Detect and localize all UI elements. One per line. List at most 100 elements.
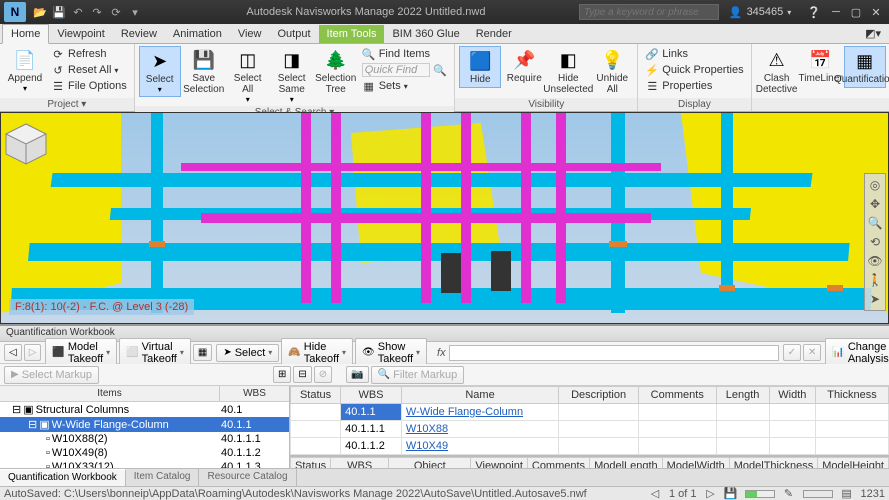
qat-undo-icon[interactable]: ↶ [70,4,86,20]
clash-detective-button[interactable]: ⚠Clash Detective [756,46,798,97]
select-button[interactable]: ➤Select▾ [139,46,181,97]
quantification-button[interactable]: ▦Quantification [844,46,886,88]
tab-resource-catalog[interactable]: Resource Catalog [199,469,296,486]
app-logo[interactable]: N [4,2,26,22]
viewpoint-button[interactable]: 📷 [346,366,368,383]
selection-overlay-label: F:8(1): 10(-2) - F.C. @ Level 3 (-28) [9,299,194,315]
append-button[interactable]: 📄Append▾ [4,46,46,95]
links-button[interactable]: 🔗Links [642,46,746,62]
clash-icon: ⚠ [765,48,789,72]
filter-markup-button[interactable]: 🔍 Filter Markup [371,366,465,384]
qat-refresh-icon[interactable]: ⟳ [108,4,124,20]
nav-pan-icon[interactable]: ✥ [867,195,883,213]
tab-item-catalog[interactable]: Item Catalog [126,469,200,486]
selection-tree-button[interactable]: 🌲Selection Tree [315,46,357,97]
nav-walk-icon[interactable]: 🚶 [867,271,883,289]
help-icon[interactable]: ❔ [807,6,821,19]
qat-save-icon[interactable]: 💾 [51,4,67,20]
tree-row[interactable]: ▫ W10X33(12)40.1.1.3 [0,460,289,468]
reset-all-button[interactable]: ↺Reset All▾ [48,62,130,78]
tab-view[interactable]: View [230,25,270,43]
qat-open-icon[interactable]: 📂 [32,4,48,20]
select-dropdown[interactable]: ➤ Select [216,344,279,362]
quick-access-toolbar: 📂 💾 ↶ ↷ ⟳ ▾ [32,4,143,20]
qat-redo-icon[interactable]: ↷ [89,4,105,20]
minimize-button[interactable]: ─ [827,4,845,20]
tab-item-tools[interactable]: Item Tools [319,25,385,43]
refresh-button[interactable]: ⟳Refresh [48,46,130,62]
save-selection-button[interactable]: 💾Save Selection [183,46,225,97]
user-account[interactable]: 👤345465▾ [729,6,791,19]
refresh-icon: ⟳ [51,47,65,61]
close-button[interactable]: ✕ [867,4,885,20]
sheet-prev-icon[interactable]: ◁ [649,489,661,499]
require-button[interactable]: 📌Require [503,46,545,86]
show-takeoff-button[interactable]: 👁 Show Takeoff [355,338,427,368]
tab-animation[interactable]: Animation [165,25,230,43]
fx-label: fx [437,347,446,359]
summary-grid[interactable]: StatusWBSNameDescriptionCommentsLengthWi… [290,386,889,455]
nav-fwd-button[interactable]: ▷ [24,344,42,361]
nav-zoom-icon[interactable]: 🔍 [867,214,883,232]
reject-button[interactable]: ✕ [803,344,821,361]
find-items-button[interactable]: 🔍Find Items [359,46,451,62]
unhide-all-button[interactable]: 💡Unhide All [591,46,633,97]
nav-wheel-icon[interactable]: ◎ [867,176,883,194]
file-options-button[interactable]: ☰File Options [48,78,130,94]
select-same-button[interactable]: ◨Select Same▾ [271,46,313,106]
grid-view-button[interactable]: ▦ [193,344,212,361]
tree-row[interactable]: ▫ W10X88(2)40.1.1.1 [0,432,289,446]
select-all-button[interactable]: ◫Select All▾ [227,46,269,106]
hide-unselected-button[interactable]: ◧Hide Unselected [547,46,589,97]
timeliner-icon: 📅 [809,48,833,72]
nav-select-icon[interactable]: ➤ [867,290,883,308]
sets-icon: ▦ [362,79,376,93]
tab-render[interactable]: Render [468,25,520,43]
formula-input[interactable] [449,345,779,361]
collapse-button[interactable]: ⊟ [293,366,311,383]
view-cube[interactable] [1,119,51,169]
tree-body: ⊟▣ Structural Columns40.1⊟▣ W-Wide Flang… [0,402,289,468]
qat-more-icon[interactable]: ▾ [127,4,143,20]
tab-bim360[interactable]: BIM 360 Glue [384,25,467,43]
sheet-next-icon[interactable]: ▷ [705,489,717,499]
user-icon: 👤 [729,6,743,19]
hide-icon: 🟦 [468,49,492,73]
tab-quant-workbook[interactable]: Quantification Workbook [0,469,126,486]
maximize-button[interactable]: ▢ [847,4,865,20]
virtual-takeoff-button[interactable]: ⬜ Virtual Takeoff [119,338,191,368]
ribbon-help-icon[interactable]: ◩▾ [857,24,889,43]
hide-button[interactable]: 🟦Hide [459,46,501,88]
tree-row[interactable]: ▫ W10X49(8)40.1.1.2 [0,446,289,460]
change-analysis-button[interactable]: 📊 Change Analysis [825,338,889,368]
tab-home[interactable]: Home [2,24,49,44]
model-takeoff-button[interactable]: ⬛ Model Takeoff [45,338,117,368]
model-view [1,113,889,324]
tab-review[interactable]: Review [113,25,165,43]
select-markup-button[interactable]: ▶ Select Markup [4,366,99,384]
tree-row[interactable]: ⊟▣ W-Wide Flange-Column40.1.1 [0,417,289,432]
quant-toolbar-2: ▶ Select Markup ⊞ ⊟ ⊘ 📷 🔍 Filter Markup [0,364,889,386]
props-icon: ☰ [645,79,659,93]
nav-back-button[interactable]: ◁ [4,344,22,361]
3d-viewport[interactable]: F:8(1): 10(-2) - F.C. @ Level 3 (-28) ◎ … [0,112,889,324]
accept-button[interactable]: ✓ [783,344,801,361]
help-search-input[interactable] [579,4,719,20]
items-tree-pane: Items WBS ⊟▣ Structural Columns40.1⊟▣ W-… [0,386,290,468]
quick-find-input[interactable]: Quick Find🔍 [359,62,451,78]
clear-button[interactable]: ⊘ [314,366,332,383]
window-title: Autodesk Navisworks Manage 2022 Untitled… [153,6,579,18]
hide-takeoff-button[interactable]: 🙈 Hide Takeoff [281,338,353,368]
ribbon-tabs: Home Viewpoint Review Animation View Out… [0,24,889,44]
sets-button[interactable]: ▦Sets▾ [359,78,451,94]
tab-output[interactable]: Output [270,25,319,43]
grid-pane: StatusWBSNameDescriptionCommentsLengthWi… [290,386,889,468]
nav-orbit-icon[interactable]: ⟲ [867,233,883,251]
detail-grid[interactable]: StatusWBSObjectViewpointCommentsModelLen… [290,457,889,468]
tree-row[interactable]: ⊟▣ Structural Columns40.1 [0,402,289,417]
tab-viewpoint[interactable]: Viewpoint [49,25,113,43]
properties-button[interactable]: ☰Properties [642,78,746,94]
nav-look-icon[interactable]: 👁 [867,252,883,270]
quick-properties-button[interactable]: ⚡Quick Properties [642,62,746,78]
expand-button[interactable]: ⊞ [273,366,291,383]
